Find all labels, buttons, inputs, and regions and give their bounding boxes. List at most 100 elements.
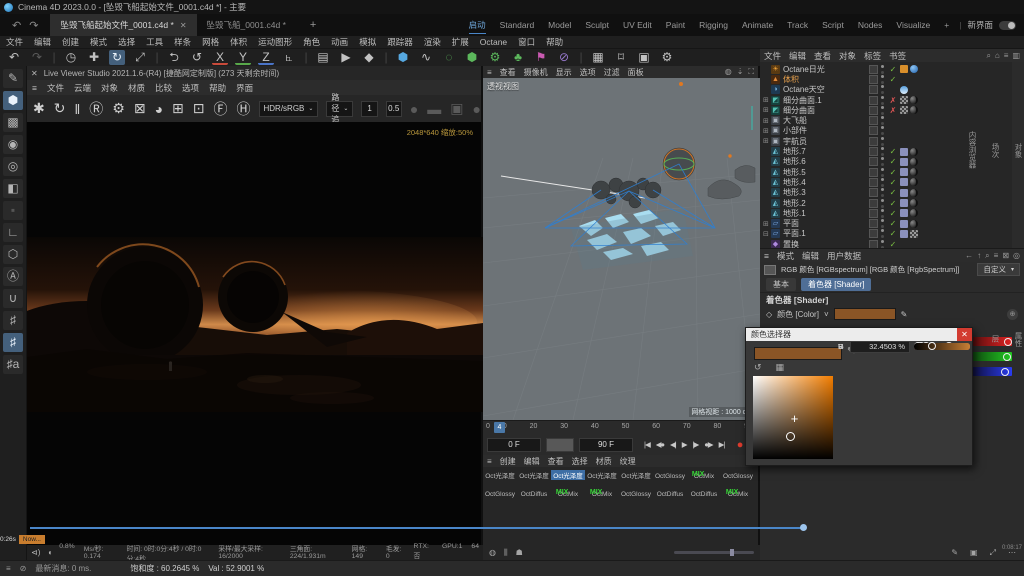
- layer-checkbox[interactable]: [869, 178, 878, 187]
- material-item[interactable]: Oct光泽度: [551, 467, 585, 485]
- picker-mode-icon[interactable]: ▦: [776, 362, 785, 373]
- menu-item[interactable]: 模式: [90, 36, 107, 48]
- object-row[interactable]: ◭ 地形.1 ✓: [760, 208, 1012, 218]
- menu-item[interactable]: 帮助: [546, 36, 563, 48]
- enable-check[interactable]: ✓: [888, 199, 898, 208]
- subsample-field[interactable]: 1: [361, 101, 377, 117]
- visibility-dots[interactable]: [881, 137, 885, 146]
- workspace-item[interactable]: Sculpt: [585, 18, 609, 32]
- material-footer-icon[interactable]: ☗: [516, 548, 523, 558]
- object-tag[interactable]: [900, 86, 908, 94]
- am-menu-item[interactable]: 用户数据: [827, 250, 861, 262]
- object-tag[interactable]: [910, 106, 918, 114]
- object-row[interactable]: ⊞ ◩ 细分曲面.1 ✗: [760, 95, 1012, 105]
- toolbar-icon[interactable]: ⤢: [132, 50, 148, 65]
- toolbar-icon[interactable]: |: [304, 50, 308, 65]
- object-tag[interactable]: [910, 168, 918, 176]
- picker-mode-icon[interactable]: ↺: [754, 362, 762, 373]
- om-menu-item[interactable]: 标签: [864, 50, 881, 62]
- am-menu-item[interactable]: 模式: [777, 250, 794, 262]
- toolbar-icon[interactable]: ↺: [189, 50, 205, 65]
- lv-tool-icon[interactable]: Ⓗ: [237, 99, 251, 119]
- menu-item[interactable]: 窗口: [518, 36, 535, 48]
- power-slider-knob[interactable]: [800, 524, 807, 531]
- lv-tool-icon[interactable]: Ⓡ: [89, 99, 103, 119]
- lv-tool-icon[interactable]: ⚙: [112, 100, 125, 117]
- attribute-tab[interactable]: 基本: [766, 278, 796, 291]
- ui-toggle[interactable]: [999, 21, 1016, 30]
- close-tab-icon[interactable]: ✕: [180, 21, 187, 30]
- material-menu-item[interactable]: 创建: [500, 456, 516, 467]
- mode-icon[interactable]: ∪: [3, 289, 23, 308]
- object-tag[interactable]: [910, 158, 918, 166]
- object-tag[interactable]: [900, 168, 908, 176]
- power-slider-line[interactable]: [30, 527, 806, 529]
- material-footer-icon[interactable]: ⫼: [504, 548, 508, 558]
- object-row[interactable]: ▲ 体积 ✓: [760, 74, 1012, 84]
- menu-item[interactable]: 运动图形: [258, 36, 292, 48]
- expand-icon[interactable]: ⊞: [763, 96, 771, 104]
- object-tag[interactable]: [910, 96, 918, 104]
- object-tag[interactable]: [900, 209, 908, 217]
- region-scale-field[interactable]: 0.5: [386, 101, 402, 117]
- layer-checkbox[interactable]: [869, 137, 878, 146]
- transport-button[interactable]: ▶|: [719, 440, 725, 449]
- enable-check[interactable]: ✓: [888, 178, 898, 187]
- thumbnail-size-slider[interactable]: [674, 551, 754, 554]
- object-tag[interactable]: [900, 158, 908, 166]
- object-row[interactable]: ⊞ ◩ 细分曲面 ✗: [760, 105, 1012, 115]
- om-menu-item[interactable]: 对象: [839, 50, 856, 62]
- material-item[interactable]: OctGlossy: [619, 485, 653, 503]
- lv-tail-icon[interactable]: ▬: [427, 101, 441, 117]
- workspace-item[interactable]: Visualize: [896, 18, 930, 32]
- om-menu-item[interactable]: 书签: [889, 50, 906, 62]
- new-ui-label[interactable]: 新界面: [961, 19, 999, 31]
- visibility-dots[interactable]: [881, 188, 885, 197]
- workspace-item[interactable]: Paint: [666, 18, 685, 32]
- toolbar-icon[interactable]: ⚙: [487, 50, 503, 65]
- object-tag[interactable]: [900, 189, 908, 197]
- layer-checkbox[interactable]: [869, 106, 878, 115]
- object-row[interactable]: ◭ 地形.4 ✓: [760, 177, 1012, 187]
- toolbar-icon[interactable]: ✚: [86, 50, 102, 65]
- layer-checkbox[interactable]: [869, 96, 878, 105]
- object-tag[interactable]: [900, 96, 908, 104]
- om-menu-item[interactable]: 查看: [814, 50, 831, 62]
- material-item[interactable]: OctGlossy: [483, 485, 517, 503]
- material-item[interactable]: OctDiffus: [687, 485, 721, 503]
- material-item[interactable]: MIX OctMix: [687, 467, 721, 485]
- material-item[interactable]: OctGlossy: [721, 467, 755, 485]
- mode-icon[interactable]: ∟: [3, 223, 23, 242]
- lv-menu-item[interactable]: 云端: [74, 82, 91, 94]
- document-tab-active[interactable]: 坠毁飞船起始文件_0001.c4d * ✕: [50, 14, 196, 36]
- expand-icon[interactable]: ⊞: [763, 137, 771, 145]
- material-menu-item[interactable]: 纹理: [620, 456, 636, 467]
- object-tag[interactable]: [910, 220, 918, 228]
- right-footer-icon[interactable]: ✎: [951, 548, 958, 558]
- dialog-title-bar[interactable]: 颜色选择器 ✕: [746, 328, 972, 341]
- om-corner-icon[interactable]: ≡: [1004, 51, 1009, 61]
- visibility-dots[interactable]: [881, 240, 885, 248]
- visibility-dots[interactable]: [881, 116, 885, 125]
- transport-button[interactable]: ▶: [682, 440, 687, 449]
- layer-checkbox[interactable]: [869, 209, 878, 218]
- toolbar-icon[interactable]: ↷: [29, 50, 45, 65]
- object-row[interactable]: ◭ 地形.3 ✓: [760, 188, 1012, 198]
- toolbar-icon[interactable]: ◷: [63, 50, 79, 65]
- viewport-corner-icon[interactable]: ⇣: [737, 67, 744, 77]
- object-tag[interactable]: [910, 178, 918, 186]
- speaker-icon[interactable]: ⊲): [31, 548, 40, 557]
- material-menu-item[interactable]: 选择: [572, 456, 588, 467]
- toolbar-icon[interactable]: ⮌: [166, 50, 182, 65]
- layer-checkbox[interactable]: [869, 116, 878, 125]
- material-item[interactable]: OctGlossy: [653, 467, 687, 485]
- object-tag[interactable]: [900, 178, 908, 186]
- lv-menu-item[interactable]: 比较: [155, 82, 172, 94]
- object-tag[interactable]: [910, 199, 918, 207]
- menu-item[interactable]: 工具: [146, 36, 163, 48]
- enable-check[interactable]: ✓: [888, 188, 898, 197]
- color-ring-marker[interactable]: [786, 432, 795, 441]
- material-item[interactable]: Oct光泽度: [619, 467, 653, 485]
- visibility-dots[interactable]: [881, 229, 885, 238]
- viewport-corner-icon[interactable]: ⛶: [748, 67, 754, 77]
